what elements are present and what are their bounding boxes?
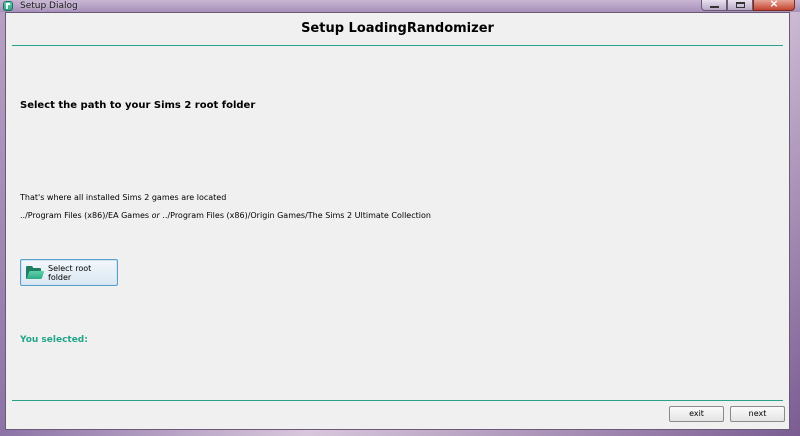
close-icon: ×: [769, 0, 779, 10]
path-or: or: [151, 211, 160, 220]
path-origin-games: ../Program Files (x86)/Origin Games/The …: [159, 211, 431, 220]
footer-divider: [12, 400, 783, 401]
folder-open-icon: [26, 266, 45, 279]
maximize-button[interactable]: [727, 0, 753, 11]
dialog-body: Setup LoadingRandomizer Select the path …: [5, 12, 790, 430]
minimize-icon: [710, 6, 719, 8]
select-root-folder-label: Select root folder: [48, 263, 92, 282]
info-text-paths: ../Program Files (x86)/EA Games or ../Pr…: [20, 211, 431, 220]
next-button[interactable]: next: [730, 406, 785, 422]
instruction-text: Select the path to your Sims 2 root fold…: [20, 100, 256, 111]
path-ea-games: ../Program Files (x86)/EA Games: [20, 211, 152, 220]
maximize-icon: [736, 2, 745, 8]
title-bar: Setup Dialog ×: [0, 0, 800, 12]
header-divider: [12, 45, 783, 46]
info-text-location: That's where all installed Sims 2 games …: [20, 193, 227, 202]
exit-button[interactable]: exit: [669, 406, 724, 422]
window-controls: ×: [701, 0, 795, 11]
window-title: Setup Dialog: [20, 1, 78, 11]
selected-path-label: You selected:: [20, 335, 88, 345]
close-button[interactable]: ×: [753, 0, 795, 11]
page-title: Setup LoadingRandomizer: [301, 21, 494, 36]
app-icon: [3, 1, 13, 11]
minimize-button[interactable]: [701, 0, 727, 11]
select-root-folder-button[interactable]: Select root folder: [20, 259, 118, 286]
